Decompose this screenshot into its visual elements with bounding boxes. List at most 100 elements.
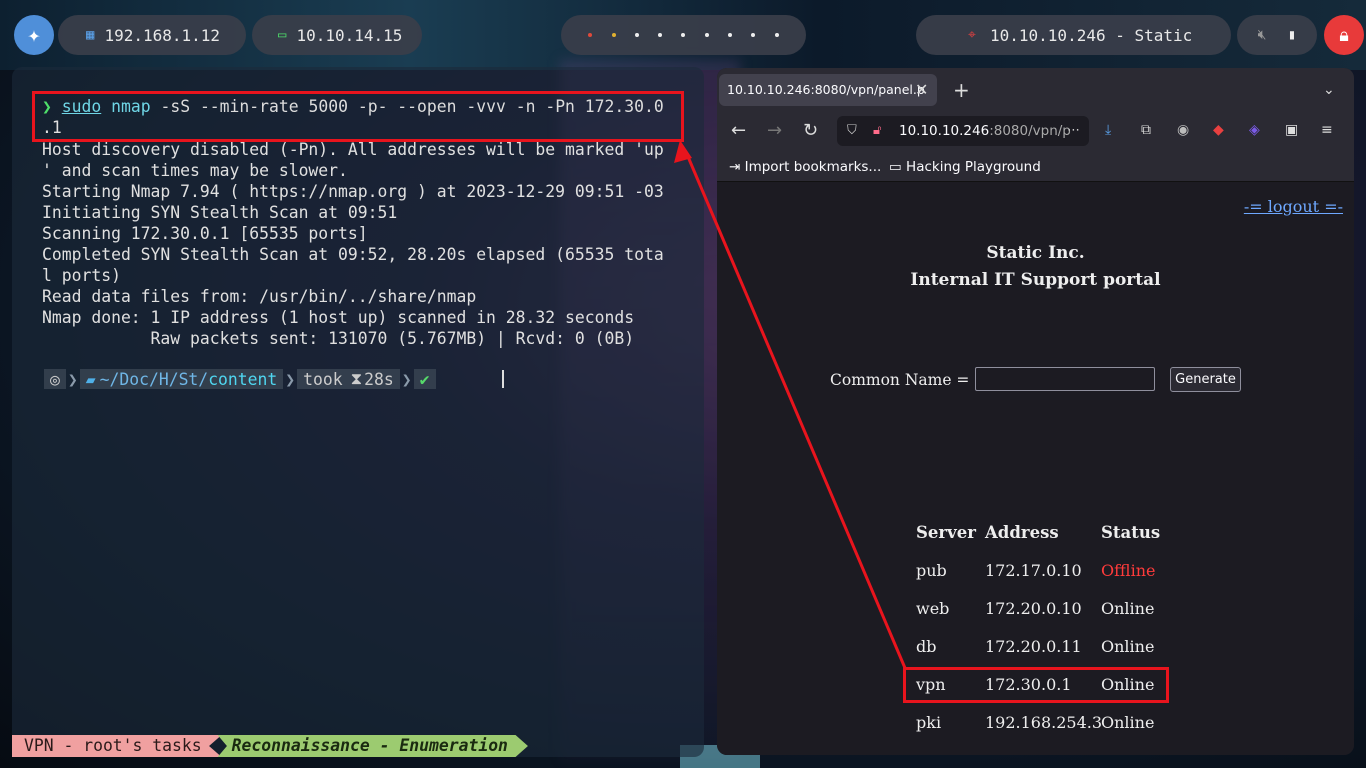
cell-status: Online <box>1101 599 1155 618</box>
bookmark-folder[interactable]: ▭ Hacking Playground <box>889 159 1041 175</box>
cell-server: db <box>916 637 937 656</box>
output-line: Raw packets sent: 131070 (5.767MB) | Rcv… <box>42 329 635 348</box>
back-icon[interactable]: ← <box>731 120 746 141</box>
terminal-window[interactable]: ❯ sudo nmap -sS --min-rate 5000 -p- --op… <box>12 67 704 757</box>
workspace-dot[interactable] <box>728 33 733 37</box>
cell-server: pub <box>916 561 947 580</box>
hourglass-icon: ⧗ <box>350 369 363 388</box>
cell-address: 172.17.0.10 <box>985 561 1082 580</box>
logout-link[interactable]: -= logout =- <box>1244 197 1343 216</box>
extension-cube-icon[interactable]: ◈ <box>1249 122 1260 138</box>
bookmark-import[interactable]: ⇥ Import bookmarks... <box>729 159 881 175</box>
target-label: 10.10.10.246 - Static <box>990 25 1193 45</box>
extension-mask-icon[interactable]: ◉ <box>1177 122 1189 138</box>
separator-icon: ❯ <box>401 369 412 389</box>
mode-label[interactable]: Reconnaissance - Enumeration <box>217 735 528 757</box>
shell-prompt: ◎ ❯ ▰ ~/Doc/H/St/content ❯ took ⧗ 28s ❯ … <box>44 369 436 389</box>
output-line: Read data files from: /usr/bin/../share/… <box>42 287 477 306</box>
command-highlight-box <box>32 91 684 142</box>
workspace-dot[interactable] <box>658 33 663 37</box>
checkmark-icon: ✔ <box>413 369 436 389</box>
output-line: Host discovery disabled (-Pn). All addre… <box>42 140 664 159</box>
prompt-path: ▰ ~/Doc/H/St/content <box>79 369 284 389</box>
page-content: -= logout =- Static Inc. Internal IT Sup… <box>717 183 1354 755</box>
cell-address: 172.20.0.10 <box>985 599 1082 618</box>
reload-icon[interactable]: ↻ <box>803 120 818 141</box>
more-icon[interactable]: ⋯ <box>1067 116 1080 146</box>
browser-tab[interactable]: 10.10.10.246:8080/vpn/panel.p <box>719 74 937 106</box>
output-line: Nmap done: 1 IP address (1 host up) scan… <box>42 308 635 327</box>
workspace-dot[interactable] <box>704 33 709 37</box>
folder-icon: ▰ <box>85 369 96 389</box>
page-title: Static Inc. <box>986 243 1085 263</box>
bookmarks-toolbar: ⇥ Import bookmarks... ▭ Hacking Playgrou… <box>717 152 1354 182</box>
import-icon: ⇥ <box>729 159 745 175</box>
battery-icon[interactable]: ▮ <box>1288 27 1296 43</box>
url-rest: :8080/vpn/p <box>989 123 1071 139</box>
page-subtitle: Internal IT Support portal <box>910 270 1161 290</box>
prompt-duration: took ⧗ 28s <box>297 369 400 389</box>
workspace-dot[interactable] <box>611 33 616 37</box>
header-address: Address <box>985 523 1059 542</box>
mute-icon[interactable]: 🔇︎ <box>1258 27 1267 43</box>
text-cursor <box>502 370 504 388</box>
output-line: Starting Nmap 7.94 ( https://nmap.org ) … <box>42 182 664 201</box>
separator-icon: ❯ <box>285 369 296 389</box>
navigation-bar: ← → ↻ ⛉ 🔓︎ 10.10.10.246:8080/vpn/p ⋯ ⤓ ⧉… <box>717 110 1354 152</box>
workspace-dot[interactable] <box>774 33 779 37</box>
menu-icon[interactable]: ≡ <box>1321 122 1333 138</box>
tasks-label[interactable]: VPN - root's tasks <box>12 735 222 757</box>
common-name-label: Common Name = <box>830 371 970 389</box>
path-dir: content <box>208 369 278 389</box>
local-ip-label: 192.168.1.12 <box>104 25 221 45</box>
shield-icon[interactable]: ⛉ <box>847 116 857 146</box>
vpn-ip-label: 10.10.14.15 <box>296 25 403 45</box>
tmux-status-bar: VPN - root's tasks Reconnaissance - Enum… <box>12 735 528 757</box>
vpn-ip-widget[interactable]: ▭ 10.10.14.15 <box>252 15 422 55</box>
duration-value: 28s <box>364 369 394 389</box>
path-prefix: ~/Doc/H/St/ <box>99 369 209 389</box>
launcher-logo-icon[interactable]: ✦ <box>14 15 54 55</box>
workspace-dot[interactable] <box>681 33 686 37</box>
crosshair-icon: ⌖ <box>968 27 976 43</box>
tab-strip: 10.10.10.246:8080/vpn/panel.p ✕ + ⌄ <box>717 68 1354 110</box>
workspace-dot[interactable] <box>588 33 593 37</box>
extension-santa-icon[interactable]: ◆ <box>1213 122 1224 138</box>
workspace-dot[interactable] <box>634 33 639 37</box>
insecure-lock-icon[interactable]: 🔓︎ <box>873 116 881 146</box>
output-line: Initiating SYN Stealth Scan at 09:51 <box>42 203 398 222</box>
url-host: 10.10.10.246 <box>899 123 990 139</box>
cell-server: web <box>916 599 950 618</box>
bookmark-import-label: Import bookmarks... <box>744 159 882 175</box>
header-status: Status <box>1101 523 1161 542</box>
separator-icon: ❯ <box>67 369 78 389</box>
output-line: l ports) <box>42 266 121 285</box>
system-tray[interactable]: 🔇︎ ▮ <box>1237 15 1317 55</box>
cell-status: Online <box>1101 637 1155 656</box>
url-bar[interactable]: ⛉ 🔓︎ 10.10.10.246:8080/vpn/p ⋯ <box>837 116 1089 146</box>
extension-card-icon[interactable]: ▣ <box>1285 122 1298 138</box>
tab-title: 10.10.10.246:8080/vpn/panel.p <box>727 82 925 97</box>
common-name-input[interactable] <box>975 367 1155 391</box>
new-tab-icon[interactable]: + <box>953 74 970 106</box>
close-tab-icon[interactable]: ✕ <box>915 74 928 106</box>
downloads-icon[interactable]: ⤓ <box>1105 122 1111 138</box>
cell-status: Online <box>1101 713 1155 732</box>
output-line: Completed SYN Stealth Scan at 09:52, 28.… <box>42 245 664 264</box>
cell-address: 192.168.254.3 <box>985 713 1103 732</box>
folder-icon: ▭ <box>889 159 907 175</box>
workspace-dot[interactable] <box>751 33 756 37</box>
generate-button[interactable]: Generate <box>1170 367 1241 392</box>
cell-address: 172.20.0.11 <box>985 637 1082 656</box>
local-ip-widget[interactable]: ▦ 192.168.1.12 <box>58 15 246 55</box>
bookmark-folder-label: Hacking Playground <box>906 159 1041 175</box>
browser-window[interactable]: 10.10.10.246:8080/vpn/panel.p ✕ + ⌄ ← → … <box>717 68 1354 755</box>
target-widget[interactable]: ⌖ 10.10.10.246 - Static <box>916 15 1231 55</box>
chevron-down-icon[interactable]: ⌄ <box>1323 74 1335 106</box>
laptop-icon: ▭ <box>278 27 287 43</box>
extensions-icon[interactable]: ⧉ <box>1141 122 1151 138</box>
header-server: Server <box>916 523 976 542</box>
forward-icon[interactable]: → <box>767 120 782 141</box>
lock-icon[interactable]: 🔒︎ <box>1324 15 1364 55</box>
workspace-switcher[interactable] <box>561 15 806 55</box>
